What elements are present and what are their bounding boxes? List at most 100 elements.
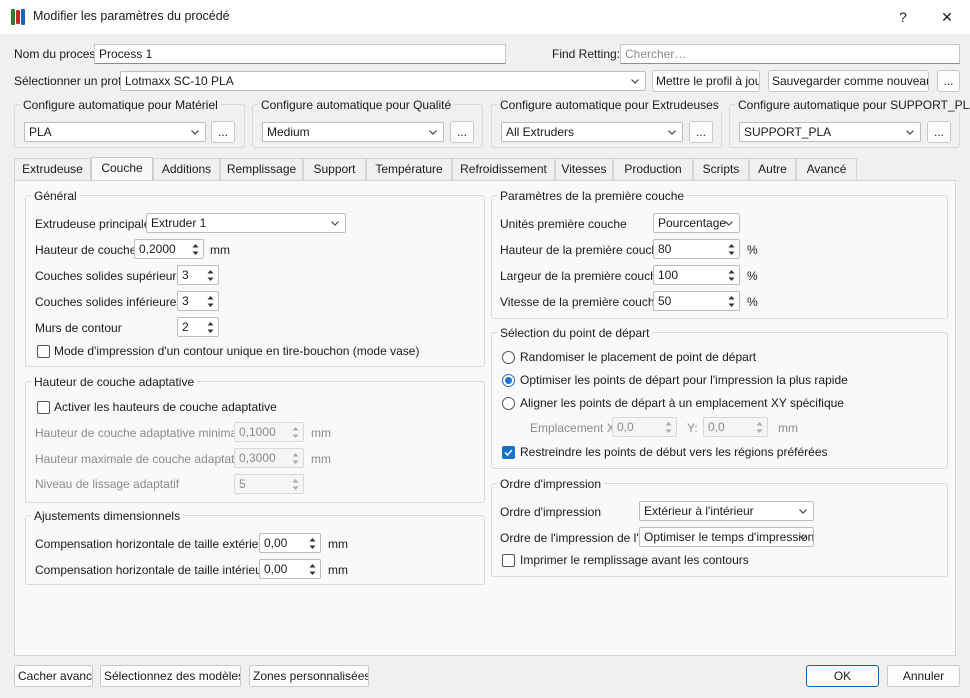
spinner-arrows-icon[interactable] <box>204 267 217 283</box>
process-name-input[interactable]: Process 1 <box>94 44 506 64</box>
save-as-new-button[interactable]: Sauvegarder comme nouveau… <box>768 70 929 92</box>
support-select-value: SUPPORT_PLA <box>744 125 832 139</box>
layer-height-spinner[interactable]: 0,2000 <box>134 239 204 259</box>
perimeters-spinner[interactable]: 2 <box>177 317 219 337</box>
first-layer-speed-spinner[interactable]: 50 <box>653 291 740 311</box>
spinner-arrows-icon[interactable] <box>204 319 217 335</box>
spinner-arrows-icon[interactable] <box>753 419 766 435</box>
first-layer-height-spinner[interactable]: 80 <box>653 239 740 259</box>
select-models-button[interactable]: Sélectionnez des modèles… <box>100 665 241 687</box>
cancel-button[interactable]: Annuler <box>887 665 960 687</box>
chevron-down-icon <box>725 219 733 227</box>
material-more-button[interactable]: ... <box>211 121 235 143</box>
start-fastest-radio[interactable] <box>502 374 515 387</box>
top-solid-label: Couches solides supérieures <box>35 269 190 283</box>
auto-config-support: Configure automatique pour SUPPORT_PLA S… <box>729 98 970 148</box>
tab-couche[interactable]: Couche <box>91 157 153 180</box>
chevron-down-icon <box>799 507 807 515</box>
material-select[interactable]: PLA <box>24 122 206 142</box>
support-more-button[interactable]: ... <box>927 121 951 143</box>
location-x-value: 0,0 <box>617 420 634 434</box>
first-layer-speed-label: Vitesse de la première couche <box>500 295 662 309</box>
first-layer-speed-unit: % <box>747 295 758 309</box>
tab-avance[interactable]: Avancé <box>796 158 857 180</box>
profile-more-button[interactable]: ... <box>937 70 960 92</box>
print-order-label: Ordre d'impression <box>500 505 601 519</box>
start-xy-radio[interactable] <box>502 397 515 410</box>
ok-button[interactable]: OK <box>806 665 879 687</box>
spinner-arrows-icon[interactable] <box>725 241 738 257</box>
custom-zones-button[interactable]: Zones personnalisées… <box>249 665 369 687</box>
start-random-radio[interactable] <box>502 351 515 364</box>
extruders-more-button[interactable]: ... <box>689 121 713 143</box>
tab-scripts[interactable]: Scripts <box>693 158 749 180</box>
spinner-arrows-icon[interactable] <box>306 535 319 551</box>
tab-additions[interactable]: Additions <box>153 158 220 180</box>
general-group: Général Extrudeuse principale Extruder 1… <box>25 189 485 367</box>
spinner-arrows-icon[interactable] <box>189 241 202 257</box>
spinner-arrows-icon[interactable] <box>662 419 675 435</box>
spinner-arrows-icon[interactable] <box>289 450 302 466</box>
adaptive-max-spinner[interactable]: 0,3000 <box>234 448 304 468</box>
first-layer-units-select[interactable]: Pourcentage <box>653 213 740 233</box>
island-order-label: Ordre de l'impression de l'île <box>500 531 652 545</box>
extruders-select[interactable]: All Extruders <box>501 122 683 142</box>
tab-refroidissement[interactable]: Refroidissement <box>452 158 555 180</box>
quality-select[interactable]: Medium <box>262 122 444 142</box>
adaptive-smooth-label: Niveau de lissage adaptatif <box>35 477 180 491</box>
spinner-arrows-icon[interactable] <box>306 561 319 577</box>
tab-autre[interactable]: Autre <box>749 158 796 180</box>
tab-vitesses[interactable]: Vitesses <box>555 158 613 180</box>
spinner-arrows-icon[interactable] <box>204 293 217 309</box>
outer-compensation-spinner[interactable]: 0,00 <box>259 533 321 553</box>
chevron-down-icon <box>906 128 914 136</box>
inner-compensation-spinner[interactable]: 0,00 <box>259 559 321 579</box>
island-order-select[interactable]: Optimiser le temps d'impression <box>639 527 814 547</box>
find-setting-input[interactable]: Chercher… <box>620 44 960 64</box>
checkmark-icon <box>504 449 513 457</box>
adaptive-min-spinner[interactable]: 0,1000 <box>234 422 304 442</box>
start-random-label: Randomiser le placement de point de dépa… <box>520 350 757 364</box>
adaptive-smooth-spinner[interactable]: 5 <box>234 474 304 494</box>
spinner-arrows-icon[interactable] <box>289 424 302 440</box>
first-layer-width-spinner[interactable]: 100 <box>653 265 740 285</box>
profile-label: Sélectionner un profil <box>14 74 127 88</box>
print-order-select[interactable]: Extérieur à l'intérieur <box>639 501 814 521</box>
support-select[interactable]: SUPPORT_PLA <box>739 122 921 142</box>
help-button[interactable]: ? <box>880 0 926 34</box>
update-profile-button[interactable]: Mettre le profil à jour <box>652 70 760 92</box>
layer-height-unit: mm <box>210 243 230 257</box>
top-solid-spinner[interactable]: 3 <box>177 265 219 285</box>
first-layer-height-unit: % <box>747 243 758 257</box>
chevron-down-icon <box>191 128 199 136</box>
spinner-arrows-icon[interactable] <box>725 293 738 309</box>
profile-select[interactable]: Lotmaxx SC-10 PLA <box>120 71 646 91</box>
location-x-spinner[interactable]: 0,0 <box>612 417 677 437</box>
spinner-arrows-icon[interactable] <box>725 267 738 283</box>
spinner-arrows-icon[interactable] <box>289 476 302 492</box>
tab-support[interactable]: Support <box>303 158 366 180</box>
vase-mode-checkbox[interactable] <box>37 345 50 358</box>
bottom-solid-spinner[interactable]: 3 <box>177 291 219 311</box>
general-group-title: Général <box>31 189 80 203</box>
main-extruder-select[interactable]: Extruder 1 <box>146 213 346 233</box>
infill-first-checkbox[interactable] <box>502 554 515 567</box>
location-y-spinner[interactable]: 0,0 <box>703 417 768 437</box>
chevron-down-icon <box>668 128 676 136</box>
infill-first-label: Imprimer le remplissage avant les contou… <box>520 553 749 567</box>
tab-production[interactable]: Production <box>613 158 693 180</box>
first-layer-units-label: Unités première couche <box>500 217 627 231</box>
tab-temperature[interactable]: Température <box>366 158 452 180</box>
tab-remplissage[interactable]: Remplissage <box>220 158 303 180</box>
tab-extrudeuse[interactable]: Extrudeuse <box>14 158 91 180</box>
perimeters-label: Murs de contour <box>35 321 122 335</box>
restrict-start-label: Restreindre les points de début vers les… <box>520 445 828 459</box>
adaptive-enable-checkbox[interactable] <box>37 401 50 414</box>
layer-height-value: 0,2000 <box>139 242 176 256</box>
quality-more-button[interactable]: ... <box>450 121 474 143</box>
inner-compensation-unit: mm <box>328 563 348 577</box>
outer-compensation-label: Compensation horizontale de taille extér… <box>35 537 276 551</box>
hide-advanced-button[interactable]: Cacher avancé <box>14 665 93 687</box>
restrict-start-checkbox[interactable] <box>502 446 515 459</box>
close-button[interactable]: ✕ <box>924 0 970 34</box>
